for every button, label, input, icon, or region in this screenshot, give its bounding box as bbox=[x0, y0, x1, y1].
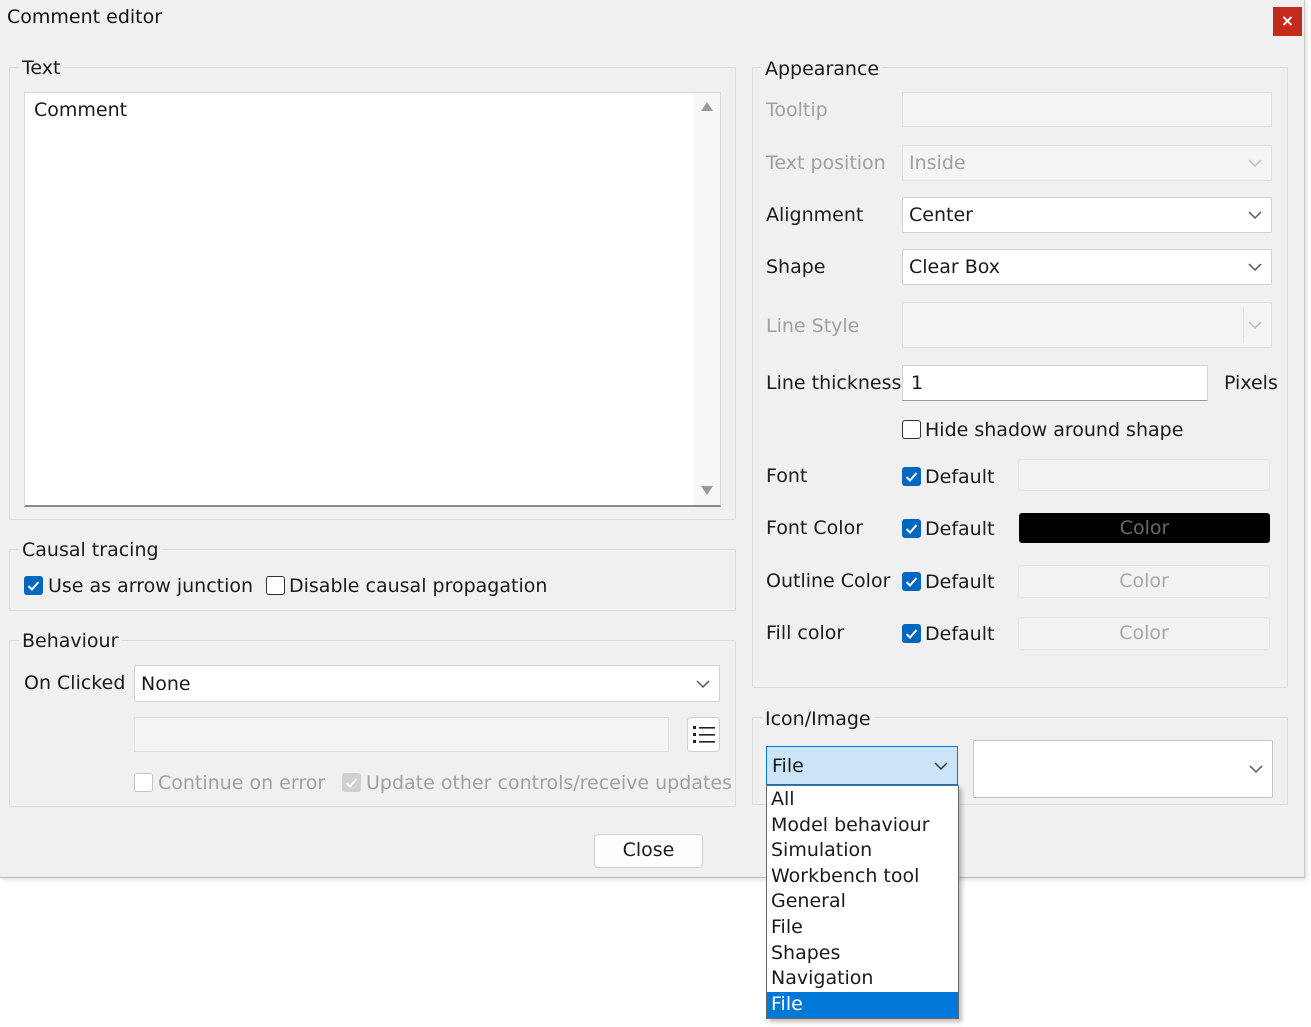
close-button[interactable]: Close bbox=[594, 834, 703, 868]
action-list-button[interactable] bbox=[687, 717, 720, 752]
chevron-down-icon bbox=[1248, 211, 1262, 220]
disable-causal-propagation-checkbox[interactable] bbox=[266, 576, 285, 595]
behaviour-label: Behaviour bbox=[19, 630, 122, 652]
disable-causal-propagation-label[interactable]: Disable causal propagation bbox=[289, 574, 547, 598]
scroll-down-arrow-icon[interactable] bbox=[701, 486, 713, 495]
dropdown-item[interactable]: Shapes bbox=[767, 941, 958, 967]
outline-color-button: Color bbox=[1018, 565, 1270, 598]
font-color-button: Color bbox=[1019, 513, 1270, 543]
on-clicked-label: On Clicked bbox=[24, 672, 126, 694]
causal-tracing-label: Causal tracing bbox=[19, 539, 162, 561]
dropdown-item[interactable]: File bbox=[767, 915, 958, 941]
on-clicked-select[interactable]: None bbox=[134, 665, 720, 702]
chevron-down-icon bbox=[1248, 159, 1262, 168]
dropdown-item-selected[interactable]: File bbox=[767, 991, 958, 1018]
comment-textarea[interactable]: Comment bbox=[24, 92, 721, 507]
on-clicked-value: None bbox=[141, 672, 191, 695]
text-position-value: Inside bbox=[909, 152, 966, 174]
dropdown-item[interactable]: Simulation bbox=[767, 838, 958, 864]
outline-color-label: Outline Color bbox=[766, 570, 891, 592]
scroll-up-arrow-icon[interactable] bbox=[701, 102, 713, 111]
dropdown-item[interactable]: Model behaviour bbox=[767, 813, 958, 839]
hide-shadow-checkbox[interactable] bbox=[902, 420, 921, 439]
use-arrow-junction-label[interactable]: Use as arrow junction bbox=[48, 574, 253, 598]
textarea-scrollbar[interactable] bbox=[694, 93, 720, 505]
close-window-button[interactable]: × bbox=[1273, 7, 1302, 36]
chevron-down-icon bbox=[1248, 263, 1262, 272]
shape-select[interactable]: Clear Box bbox=[902, 249, 1272, 285]
dropdown-item[interactable]: Workbench tool bbox=[767, 864, 958, 890]
font-color-default-checkbox[interactable] bbox=[902, 519, 921, 538]
line-style-label: Line Style bbox=[766, 315, 860, 337]
text-position-select: Inside bbox=[902, 145, 1272, 181]
alignment-label: Alignment bbox=[766, 204, 864, 226]
list-icon bbox=[693, 726, 715, 743]
shape-value: Clear Box bbox=[909, 256, 1001, 278]
line-style-divider bbox=[1243, 307, 1244, 343]
line-thickness-value: 1 bbox=[911, 372, 924, 394]
font-color-default-label[interactable]: Default bbox=[925, 517, 994, 541]
checkmark-icon bbox=[905, 629, 918, 639]
line-thickness-label: Line thickness bbox=[766, 372, 902, 394]
fill-color-button: Color bbox=[1018, 617, 1270, 650]
dropdown-item[interactable]: All bbox=[767, 787, 958, 813]
font-button bbox=[1018, 459, 1270, 491]
font-color-label: Font Color bbox=[766, 517, 864, 539]
continue-on-error-checkbox[interactable] bbox=[134, 773, 153, 792]
icon-image-select[interactable] bbox=[973, 740, 1273, 798]
alignment-value: Center bbox=[909, 204, 973, 226]
checkmark-icon bbox=[27, 581, 40, 591]
dropdown-item[interactable]: General bbox=[767, 889, 958, 915]
checkmark-icon bbox=[905, 524, 918, 534]
outline-color-default-checkbox[interactable] bbox=[902, 572, 921, 591]
icon-category-dropdown: All Model behaviour Simulation Workbench… bbox=[766, 785, 959, 1019]
use-arrow-junction-checkbox[interactable] bbox=[24, 576, 43, 595]
tooltip-label: Tooltip bbox=[766, 99, 828, 121]
font-label: Font bbox=[766, 465, 808, 487]
appearance-label: Appearance bbox=[762, 58, 883, 80]
checkmark-icon bbox=[345, 778, 358, 788]
comment-text: Comment bbox=[34, 99, 128, 121]
icon-category-select[interactable]: File bbox=[766, 746, 958, 785]
alignment-select[interactable]: Center bbox=[902, 197, 1272, 233]
shape-label: Shape bbox=[766, 256, 826, 278]
fill-color-label: Fill color bbox=[766, 622, 845, 644]
font-default-label[interactable]: Default bbox=[925, 465, 994, 489]
checkmark-icon bbox=[905, 472, 918, 482]
update-controls-label: Update other controls/receive updates bbox=[366, 772, 732, 794]
icon-image-label: Icon/Image bbox=[762, 708, 874, 730]
icon-category-value: File bbox=[772, 754, 804, 777]
fill-color-default-label[interactable]: Default bbox=[925, 622, 994, 646]
font-default-checkbox[interactable] bbox=[902, 467, 921, 486]
window-title: Comment editor bbox=[7, 6, 163, 28]
line-thickness-unit: Pixels bbox=[1224, 372, 1278, 394]
checkmark-icon bbox=[905, 577, 918, 587]
fill-color-default-checkbox[interactable] bbox=[902, 624, 921, 643]
update-controls-checkbox[interactable] bbox=[342, 773, 361, 792]
continue-on-error-label: Continue on error bbox=[158, 772, 326, 794]
dropdown-item[interactable]: Navigation bbox=[767, 966, 958, 992]
chevron-down-icon bbox=[696, 679, 710, 688]
tooltip-field bbox=[902, 92, 1272, 127]
chevron-down-icon bbox=[1249, 765, 1263, 774]
outline-color-default-label[interactable]: Default bbox=[925, 570, 994, 594]
chevron-down-icon bbox=[934, 761, 948, 770]
action-argument-field bbox=[134, 717, 669, 752]
chevron-down-icon bbox=[1248, 321, 1262, 330]
text-group-label: Text bbox=[19, 57, 64, 79]
hide-shadow-label[interactable]: Hide shadow around shape bbox=[925, 418, 1183, 442]
line-style-select bbox=[902, 302, 1272, 348]
line-thickness-input[interactable]: 1 bbox=[902, 365, 1208, 401]
text-position-label: Text position bbox=[766, 152, 886, 174]
